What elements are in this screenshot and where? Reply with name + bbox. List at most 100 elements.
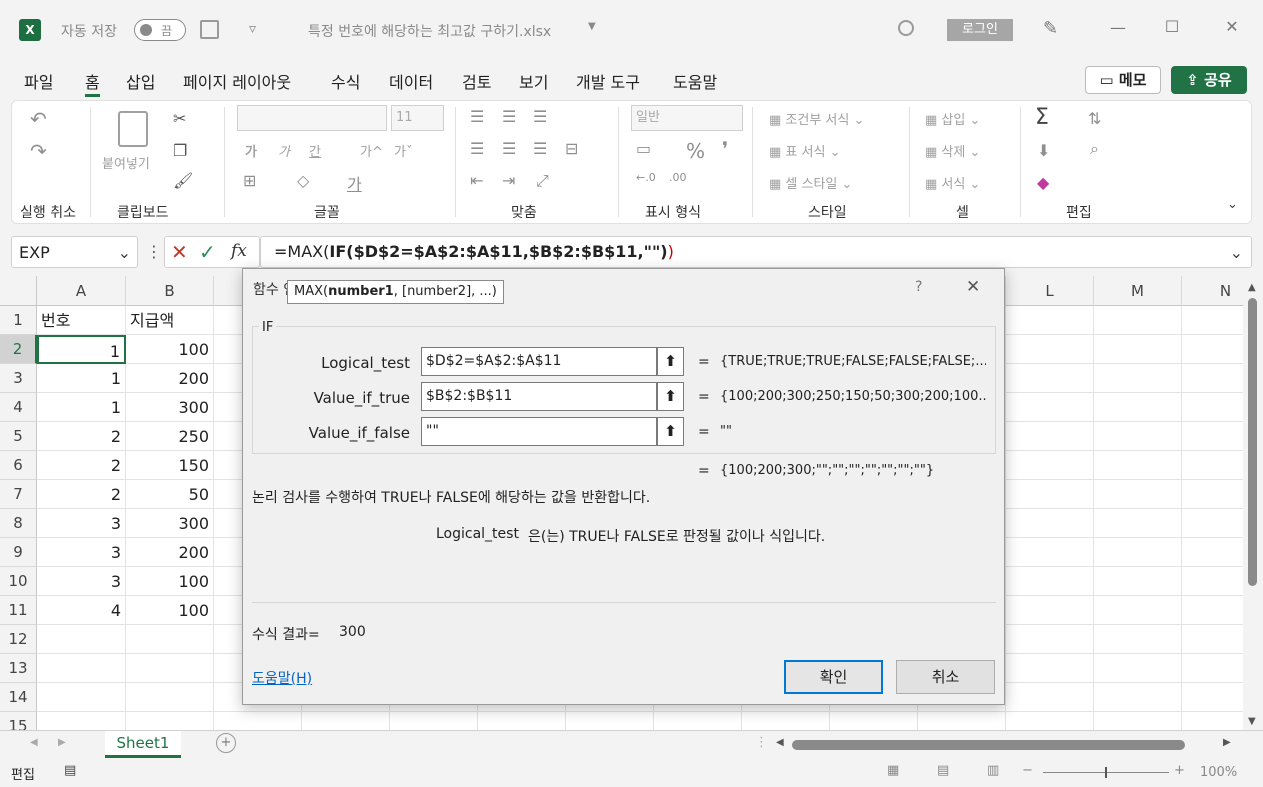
cell[interactable] [390,712,478,730]
cell[interactable]: 1 [37,364,126,393]
cell[interactable]: 3 [37,509,126,538]
paste-label[interactable]: 붙여넣기 [102,153,150,172]
help-icon[interactable]: ? [915,279,922,295]
cell[interactable]: 200 [126,364,214,393]
bold-button[interactable]: 가 [245,141,257,160]
fill-icon[interactable]: ⬇ [1037,141,1050,160]
cell[interactable] [1182,654,1243,683]
row-header[interactable]: 12 [0,625,37,654]
cell[interactable] [1094,538,1182,567]
row-header[interactable]: 15 [0,712,37,730]
sheet-tab[interactable]: Sheet1 [105,731,181,758]
cell[interactable] [1094,422,1182,451]
cell[interactable] [1006,654,1094,683]
format-painter-icon[interactable]: 🖌 [173,171,193,190]
cell[interactable] [1182,625,1243,654]
cell[interactable] [1006,364,1094,393]
column-header[interactable]: N [1182,276,1243,306]
autosave-toggle[interactable]: 끔 [134,19,186,41]
cell[interactable] [126,654,214,683]
scroll-up-icon[interactable]: ▲ [1248,282,1256,293]
cell[interactable] [126,625,214,654]
cell[interactable] [1006,683,1094,712]
cell[interactable] [1182,712,1243,730]
cell[interactable]: 2 [37,422,126,451]
cell[interactable] [1182,364,1243,393]
cell-styles-button[interactable]: ▦ 셀 스타일 ⌄ [769,173,852,192]
zoom-out-icon[interactable]: − [1022,763,1033,778]
cell[interactable] [1094,480,1182,509]
collapse-dialog-icon[interactable]: ⬆ [657,347,684,376]
collapse-ribbon-icon[interactable]: ⌄ [1227,197,1238,212]
normal-view-icon[interactable]: ▦ [887,763,899,778]
delete-cells-button[interactable]: ▦ 삭제 ⌄ [925,141,980,160]
pen-icon[interactable]: ✎ [1043,18,1058,39]
cell[interactable] [1094,712,1182,730]
find-icon[interactable]: ⌕ [1090,139,1099,159]
autosum-icon[interactable]: Σ [1035,105,1049,130]
cell[interactable] [830,712,918,730]
decrease-indent-icon[interactable]: ⇤ [470,171,483,190]
cell[interactable] [742,712,830,730]
tab-file[interactable]: 파일 [24,69,53,93]
name-box[interactable]: EXP ⌄ [11,236,138,268]
page-break-view-icon[interactable]: ▥ [987,763,999,778]
cell[interactable] [1094,364,1182,393]
cell[interactable] [1006,567,1094,596]
save-icon[interactable] [200,20,219,39]
tab-view[interactable]: 보기 [519,69,548,93]
tab-review[interactable]: 검토 [462,69,491,93]
share-button[interactable]: ⇪ 공유 [1171,66,1247,94]
cell[interactable]: 100 [126,567,214,596]
tab-data[interactable]: 데이터 [389,69,433,93]
row-header[interactable]: 9 [0,538,37,567]
cell[interactable]: 300 [126,509,214,538]
tab-page-layout[interactable]: 페이지 레이아웃 [183,69,291,93]
row-header[interactable]: 10 [0,567,37,596]
decrease-decimal-icon[interactable]: .00 [669,171,687,184]
zoom-level[interactable]: 100% [1200,765,1237,780]
cell[interactable] [302,712,390,730]
enter-icon[interactable]: ✓ [199,240,216,264]
cell[interactable] [126,712,214,730]
next-sheet-icon[interactable]: ▶ [58,737,66,748]
row-header[interactable]: 14 [0,683,37,712]
orientation-icon[interactable]: ⤢ [536,171,549,191]
tab-formulas[interactable]: 수식 [331,69,360,93]
minimize-icon[interactable]: — [1103,18,1133,37]
increase-decimal-icon[interactable]: ←.0 [636,171,656,184]
cell[interactable] [1094,625,1182,654]
paste-icon[interactable] [118,111,148,147]
cell[interactable] [1094,683,1182,712]
insert-cells-button[interactable]: ▦ 삽입 ⌄ [925,109,980,128]
italic-button[interactable]: 가 [278,141,290,160]
cell[interactable]: 지급액 [126,306,214,335]
cell[interactable]: 4 [37,596,126,625]
maximize-icon[interactable]: ☐ [1157,17,1187,36]
percent-icon[interactable]: % [686,139,705,163]
row-header[interactable]: 2 [0,335,37,364]
cell[interactable] [1094,509,1182,538]
cell[interactable] [1006,625,1094,654]
cell[interactable] [37,625,126,654]
cell[interactable] [1006,596,1094,625]
fill-color-icon[interactable]: ◇ [297,171,309,190]
comma-icon[interactable]: ❜ [722,137,728,161]
conditional-formatting-button[interactable]: ▦ 조건부 서식 ⌄ [769,109,864,128]
scroll-left-icon[interactable]: ◀ [776,737,784,748]
arg-input-logical-test[interactable]: $D$2=$A$2:$A$11 [421,347,657,376]
align-left-icon[interactable]: ☰ [470,139,484,158]
more-sheets-icon[interactable]: ⋮ [755,735,768,750]
column-header[interactable]: B [126,276,214,306]
cell[interactable]: 100 [126,335,214,364]
collapse-dialog-icon[interactable]: ⬆ [657,382,684,411]
ok-button[interactable]: 확인 [784,660,883,694]
row-header[interactable]: 6 [0,451,37,480]
cell[interactable] [566,712,654,730]
cell[interactable] [1182,683,1243,712]
cell[interactable]: 50 [126,480,214,509]
accessibility-icon[interactable]: ▤ [64,763,76,778]
close-icon[interactable]: ✕ [1217,17,1247,36]
cell[interactable]: 250 [126,422,214,451]
cell[interactable]: 1 [37,393,126,422]
